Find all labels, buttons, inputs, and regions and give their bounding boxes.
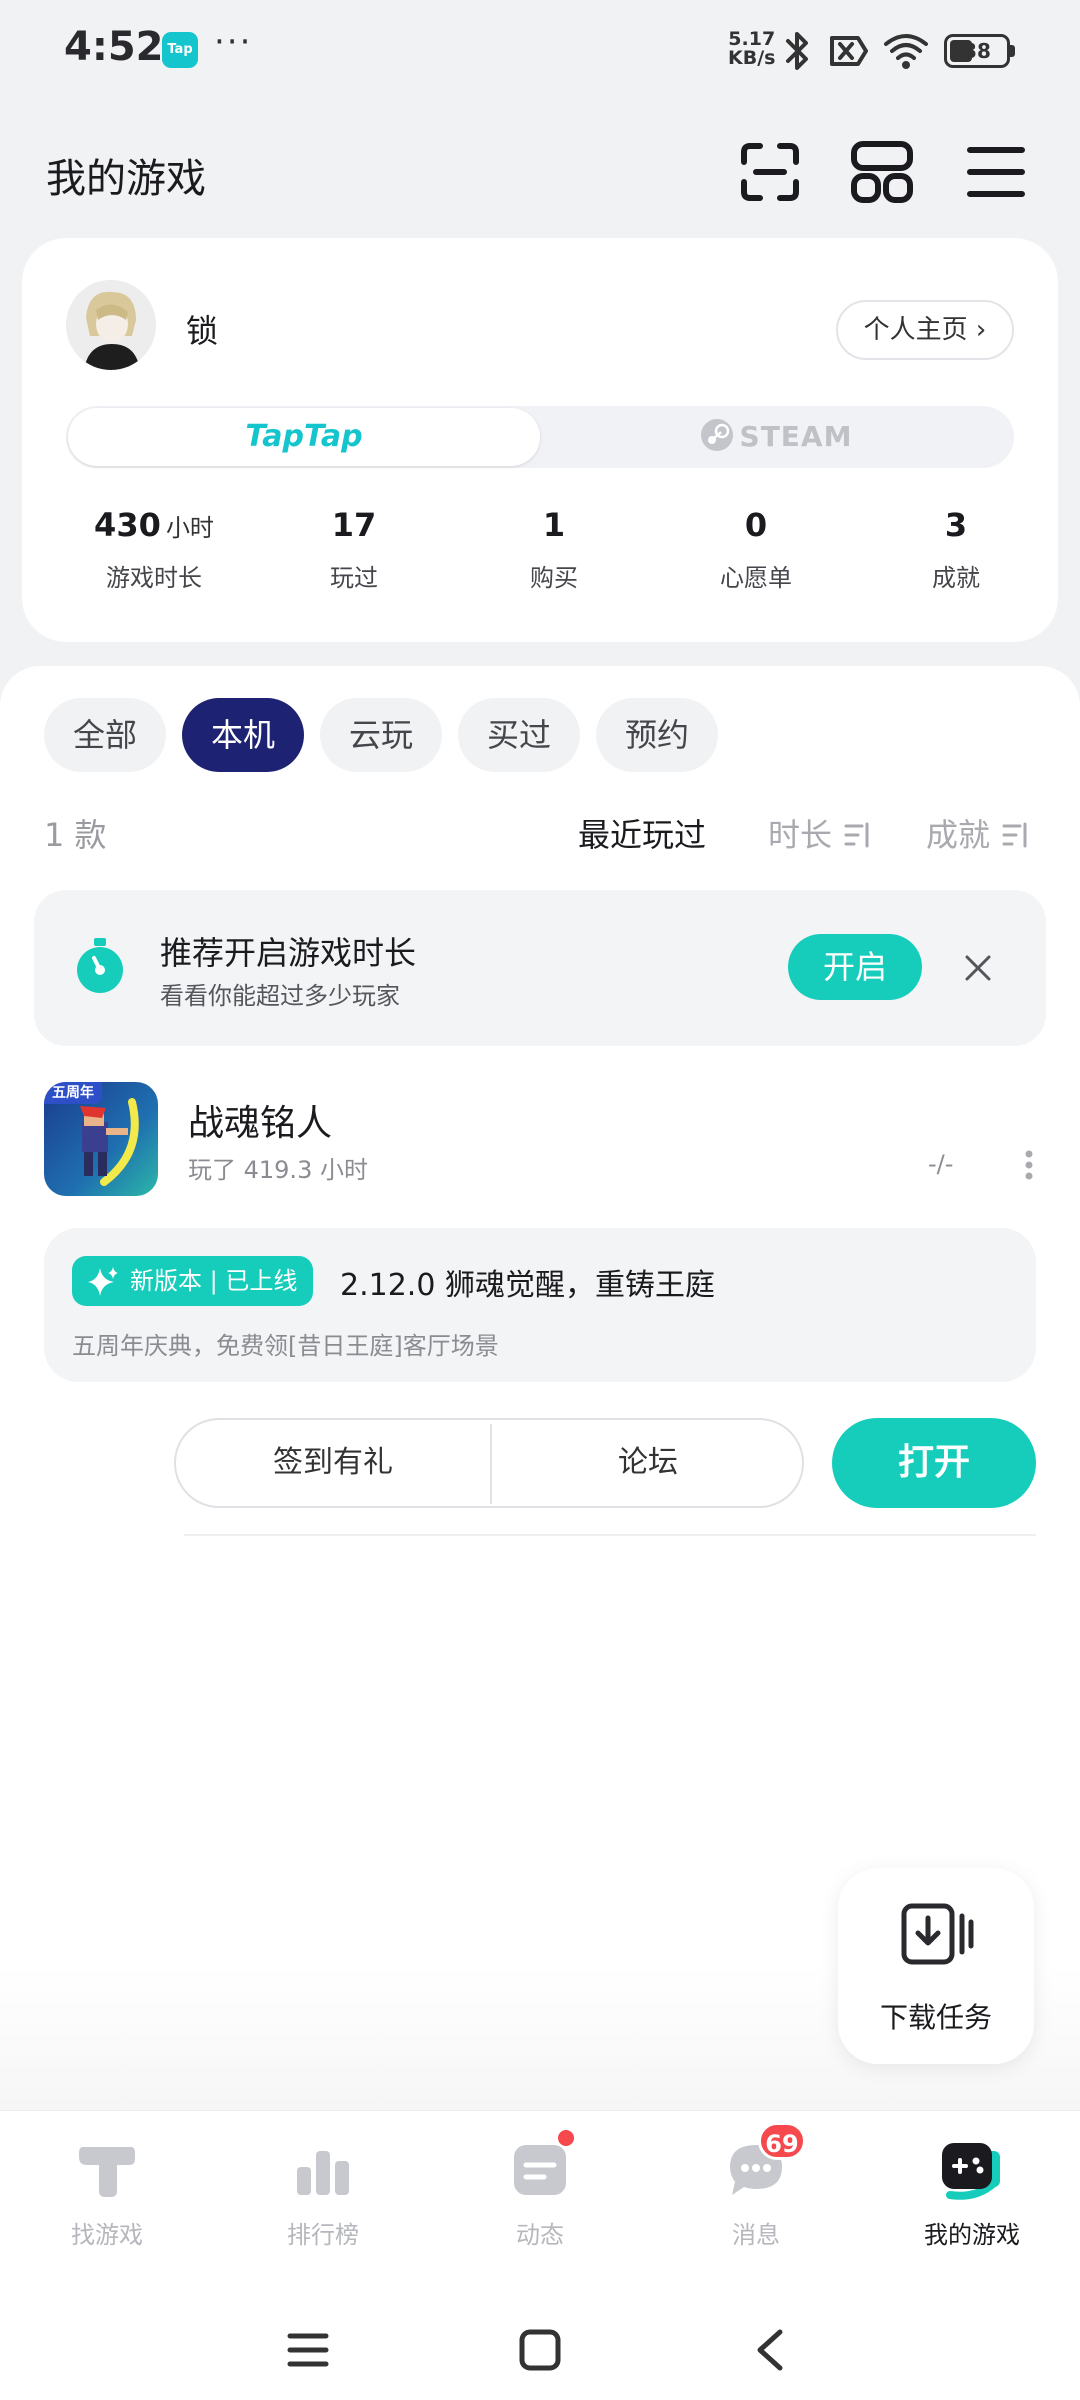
grid-icon[interactable] bbox=[850, 140, 914, 204]
sort-duration[interactable]: 时长 bbox=[768, 810, 872, 856]
wifi-icon bbox=[884, 34, 928, 69]
sort-achievement[interactable]: 成就 bbox=[926, 810, 1030, 856]
chip-reserved[interactable]: 预约 bbox=[596, 698, 718, 772]
ranking-icon bbox=[297, 2151, 349, 2195]
back-icon[interactable] bbox=[752, 2328, 788, 2372]
enable-button[interactable]: 开启 bbox=[788, 934, 922, 1000]
open-game-button[interactable]: 打开 bbox=[832, 1418, 1036, 1508]
game-list-panel: 全部 本机 云玩 买过 预约 1 款 最近玩过 时长 成就 推荐开启游戏时长 看… bbox=[0, 666, 1080, 2110]
chip-all[interactable]: 全部 bbox=[44, 698, 166, 772]
taptap-notification-icon: Tap bbox=[162, 32, 198, 68]
tab-steam[interactable]: STEAM bbox=[540, 408, 1012, 466]
chip-cloud[interactable]: 云玩 bbox=[320, 698, 442, 772]
update-title: 2.12.0 狮魂觉醒，重铸王庭 bbox=[340, 1268, 715, 1303]
game-icon[interactable]: 五周年 bbox=[44, 1082, 158, 1196]
more-vertical-icon[interactable] bbox=[1024, 1148, 1034, 1182]
status-bar: 4:52 Tap ··· 5.17 KB/s 38 bbox=[0, 0, 1080, 110]
page-title: 我的游戏 bbox=[46, 156, 206, 202]
game-actions: 签到有礼 论坛 bbox=[174, 1418, 804, 1508]
message-count-badge: 69 bbox=[758, 2122, 806, 2160]
sort-icon bbox=[1002, 822, 1027, 848]
divider bbox=[184, 1534, 1036, 1536]
battery-icon: 38 bbox=[944, 34, 1015, 68]
download-task-button[interactable]: 下载任务 bbox=[838, 1868, 1034, 2064]
sort-recent[interactable]: 最近玩过 bbox=[578, 810, 706, 856]
playtime-tip-card: 推荐开启游戏时长 看看你能超过多少玩家 开启 bbox=[34, 890, 1046, 1046]
chip-bought[interactable]: 买过 bbox=[458, 698, 580, 772]
game-playtime: 玩了 419.3 小时 bbox=[188, 1156, 368, 1184]
download-task-label: 下载任务 bbox=[879, 2001, 992, 2034]
close-icon[interactable] bbox=[964, 954, 992, 982]
update-subtitle: 五周年庆典，免费领[昔日王庭]客厅场景 bbox=[72, 1332, 499, 1360]
download-icon bbox=[901, 1903, 974, 1965]
bluetooth-icon bbox=[786, 32, 808, 70]
battery-level: 38 bbox=[963, 39, 991, 63]
sort-icon bbox=[844, 822, 869, 848]
nav-find-games[interactable]: 找游戏 bbox=[17, 2137, 197, 2250]
new-version-badge: 新版本 | 已上线 bbox=[72, 1256, 314, 1306]
update-card[interactable]: 新版本 | 已上线 2.12.0 狮魂觉醒，重铸王庭 五周年庆典，免费领[昔日王… bbox=[44, 1228, 1036, 1382]
status-time: 4:52 bbox=[64, 24, 164, 70]
nav-my-games[interactable]: 我的游戏 bbox=[882, 2137, 1062, 2250]
platform-switch: TapTap STEAM bbox=[66, 406, 1014, 468]
nav-ranking[interactable]: 排行榜 bbox=[233, 2137, 413, 2250]
steam-icon bbox=[700, 419, 733, 451]
tab-taptap[interactable]: TapTap bbox=[68, 408, 540, 466]
tip-title: 推荐开启游戏时长 bbox=[160, 934, 417, 972]
find-games-icon bbox=[79, 2147, 135, 2197]
scan-icon[interactable] bbox=[738, 140, 802, 204]
game-title[interactable]: 战魂铭人 bbox=[188, 1094, 332, 1146]
stopwatch-icon bbox=[77, 938, 123, 993]
profile-card: 锁 个人主页 › TapTap STEAM 430 小时 游戏时长 17 玩过 … bbox=[22, 238, 1058, 642]
checkin-button[interactable]: 签到有礼 bbox=[176, 1420, 490, 1506]
system-navigation-bar bbox=[0, 2292, 1080, 2400]
game-score: -/- bbox=[928, 1150, 954, 1178]
chip-local[interactable]: 本机 bbox=[182, 698, 304, 772]
stat-played[interactable]: 17 玩过 bbox=[264, 506, 444, 593]
stat-purchased[interactable]: 1 购买 bbox=[464, 506, 644, 593]
stat-achievements[interactable]: 3 成就 bbox=[866, 506, 1046, 593]
no-sim-icon bbox=[830, 36, 868, 66]
game-count: 1 款 bbox=[44, 816, 107, 854]
menu-icon[interactable] bbox=[964, 140, 1028, 204]
nav-feed[interactable]: 动态 bbox=[450, 2137, 630, 2250]
recent-apps-icon[interactable] bbox=[286, 2330, 330, 2370]
network-speed: 5.17 KB/s bbox=[728, 28, 776, 69]
sparkle-icon bbox=[88, 1267, 118, 1296]
forum-button[interactable]: 论坛 bbox=[492, 1420, 804, 1506]
profile-home-button[interactable]: 个人主页 › bbox=[836, 300, 1014, 360]
user-name: 锁 bbox=[186, 312, 219, 350]
feed-notification-dot bbox=[556, 2128, 576, 2148]
avatar[interactable] bbox=[66, 280, 156, 370]
stat-play-time[interactable]: 430 小时 游戏时长 bbox=[64, 506, 244, 593]
my-games-icon bbox=[942, 2143, 1000, 2200]
tip-subtitle: 看看你能超过多少玩家 bbox=[160, 982, 400, 1010]
more-notifications-icon: ··· bbox=[214, 22, 253, 62]
anniversary-badge: 五周年 bbox=[44, 1082, 102, 1104]
stat-wishlist[interactable]: 0 心愿单 bbox=[666, 506, 846, 593]
bottom-nav: 找游戏 排行榜 动态 消息 我的游戏 bbox=[0, 2110, 1080, 2292]
home-icon[interactable] bbox=[518, 2328, 562, 2372]
nav-messages[interactable]: 消息 bbox=[666, 2137, 846, 2250]
